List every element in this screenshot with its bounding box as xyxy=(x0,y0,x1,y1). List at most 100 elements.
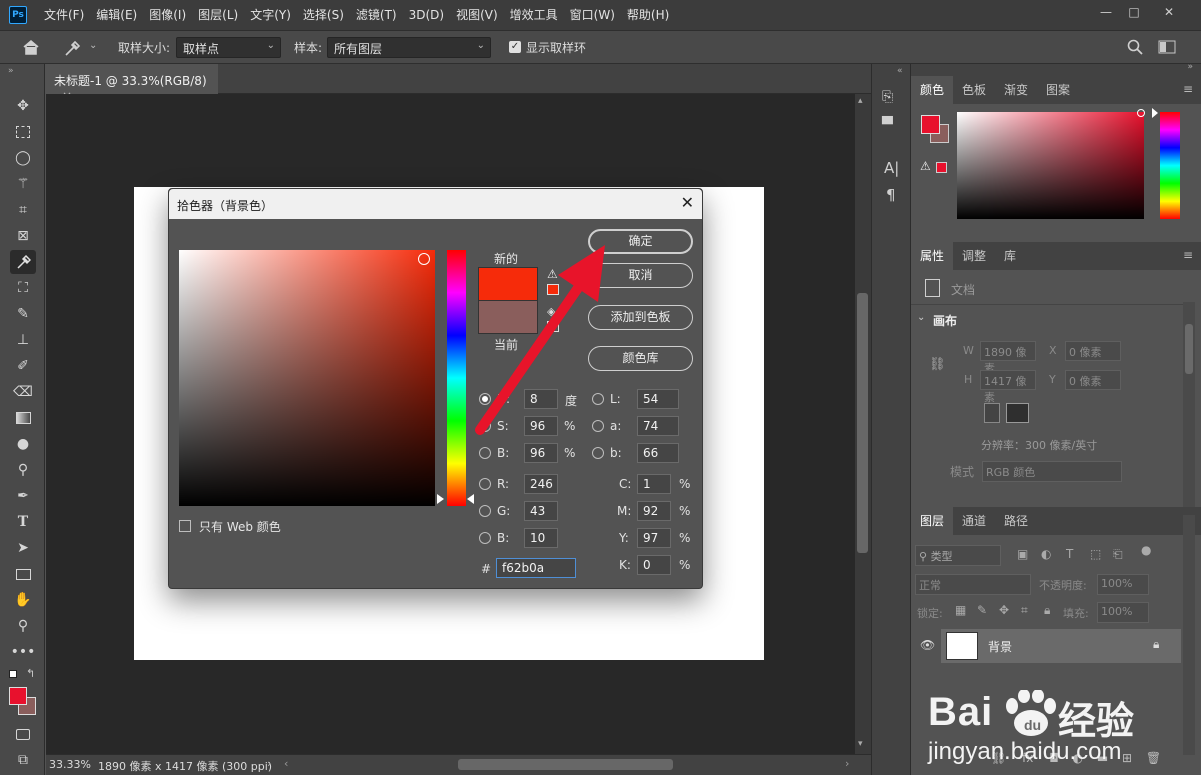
info-chevron-icon[interactable]: › xyxy=(267,757,271,770)
opacity-field[interactable]: 100% xyxy=(1097,574,1149,595)
black-field[interactable]: 0 xyxy=(637,555,671,575)
horizontal-scroll-thumb[interactable] xyxy=(458,759,673,770)
x-field[interactable]: 0 像素 xyxy=(1065,341,1121,361)
y-field[interactable]: 0 像素 xyxy=(1065,370,1121,390)
yellow-field[interactable]: 97 xyxy=(637,528,671,548)
red-field[interactable]: 246 xyxy=(524,474,558,494)
maximize-button[interactable]: □ xyxy=(1117,0,1151,24)
lock-all-icon[interactable]: 🔒︎ xyxy=(1044,603,1050,618)
brightness-field[interactable]: 96 xyxy=(524,443,558,463)
color-panel-fg-swatch[interactable] xyxy=(921,115,940,134)
workspace-icon[interactable] xyxy=(1158,40,1176,54)
character-panel-icon[interactable]: A| xyxy=(884,159,904,179)
menu-edit[interactable]: 编辑(E) xyxy=(90,0,143,30)
tab-patterns[interactable]: 图案 xyxy=(1037,76,1079,104)
cyan-field[interactable]: 1 xyxy=(637,474,671,494)
search-icon[interactable] xyxy=(1127,39,1143,55)
width-field[interactable]: 1890 像素 xyxy=(980,341,1036,375)
magenta-field[interactable]: 92 xyxy=(637,501,671,521)
magic-wand-tool-icon[interactable]: ⚚ xyxy=(10,172,36,196)
panel-menu-icon[interactable]: ≡ xyxy=(1183,248,1193,262)
new-layer-icon[interactable]: ⊞ xyxy=(1122,751,1132,765)
hex-field[interactable]: f62b0a xyxy=(496,558,576,578)
menu-plugins[interactable]: 增效工具 xyxy=(504,0,564,30)
path-selection-tool-icon[interactable]: ➤ xyxy=(10,536,36,560)
properties-scrollbar[interactable] xyxy=(1183,302,1195,507)
scroll-up-icon[interactable]: ▴ xyxy=(858,96,863,106)
smart-object-filter-icon[interactable]: ⎗ xyxy=(1113,547,1123,562)
scroll-down-icon[interactable]: ▾ xyxy=(858,739,863,749)
layer-filter-select[interactable]: ⚲ 类型 xyxy=(915,545,1001,566)
layer-lock-icon[interactable]: 🔒︎ xyxy=(1153,637,1159,652)
quick-mask-icon[interactable] xyxy=(10,722,36,746)
menu-image[interactable]: 图像(I) xyxy=(143,0,192,30)
blur-tool-icon[interactable]: ● xyxy=(10,432,36,456)
paragraph-panel-icon[interactable]: ¶ xyxy=(886,186,906,206)
hue-slider-right-marker[interactable] xyxy=(467,494,474,504)
tab-layers[interactable]: 图层 xyxy=(911,507,954,535)
menu-help[interactable]: 帮助(H) xyxy=(621,0,675,30)
rectangle-tool-icon[interactable] xyxy=(10,562,36,586)
tab-swatches[interactable]: 色板 xyxy=(953,76,995,104)
color-field-marker[interactable] xyxy=(1137,109,1145,117)
collapse-panels-icon[interactable]: » xyxy=(1187,62,1193,72)
pixel-filter-icon[interactable]: ▣ xyxy=(1017,547,1028,561)
hue-slider-left-marker[interactable] xyxy=(437,494,444,504)
gamut-swatch[interactable] xyxy=(936,162,947,173)
a-field[interactable]: 74 xyxy=(637,416,679,436)
marquee-tool-icon[interactable] xyxy=(10,120,36,144)
layer-visibility-eye-icon[interactable]: 👁︎ xyxy=(920,638,935,652)
zoom-tool-icon[interactable]: ⚲ xyxy=(10,614,36,638)
portrait-icon[interactable] xyxy=(984,403,1000,423)
menu-view[interactable]: 视图(V) xyxy=(450,0,504,30)
layer-row-background[interactable]: 背景 🔒︎ xyxy=(941,629,1181,663)
color-field[interactable] xyxy=(957,112,1144,219)
menu-type[interactable]: 文字(Y) xyxy=(244,0,297,30)
menu-3d[interactable]: 3D(D) xyxy=(403,0,450,30)
lock-position-icon[interactable]: ✥ xyxy=(999,603,1009,617)
blue-field[interactable]: 10 xyxy=(524,528,558,548)
hue-slider[interactable] xyxy=(1160,112,1180,219)
history-brush-tool-icon[interactable]: ✐ xyxy=(10,354,36,378)
lasso-tool-icon[interactable]: ◯ xyxy=(10,146,36,170)
foreground-color-swatch[interactable] xyxy=(9,687,27,705)
gradient-tool-icon[interactable] xyxy=(10,406,36,430)
hand-tool-icon[interactable]: ✋ xyxy=(10,588,36,612)
tab-gradients[interactable]: 渐变 xyxy=(995,76,1037,104)
screen-mode-icon[interactable]: ⧉ xyxy=(10,748,36,772)
radio-red[interactable] xyxy=(479,478,491,490)
scroll-left-icon[interactable]: ‹ xyxy=(284,757,288,770)
frame-tool-icon[interactable]: ⊠ xyxy=(10,224,36,248)
shape-filter-icon[interactable]: ⬚ xyxy=(1090,547,1101,561)
tab-paths[interactable]: 路径 xyxy=(995,507,1037,535)
delete-layer-icon[interactable]: 🗑︎ xyxy=(1146,751,1161,765)
dodge-tool-icon[interactable]: ⚲ xyxy=(10,458,36,482)
type-filter-icon[interactable]: T xyxy=(1066,547,1073,561)
radio-green[interactable] xyxy=(479,505,491,517)
b-field[interactable]: 66 xyxy=(637,443,679,463)
layers-scrollbar[interactable] xyxy=(1183,515,1195,755)
zoom-level[interactable]: 33.33% xyxy=(49,758,91,771)
radio-b[interactable] xyxy=(592,447,604,459)
fill-field[interactable]: 100% xyxy=(1097,602,1149,623)
eyedropper-tool-icon[interactable] xyxy=(10,250,36,274)
blend-mode-select[interactable]: 正常 xyxy=(915,574,1031,595)
color-picker-field[interactable] xyxy=(179,250,435,506)
panel-menu-icon[interactable]: ≡ xyxy=(1183,82,1193,96)
document-tab[interactable]: 未标题-1 @ 33.3%(RGB/8) × xyxy=(46,64,218,103)
crop-tool-icon[interactable]: ⌗ xyxy=(10,198,36,222)
dialog-close-icon[interactable]: ✕ xyxy=(681,193,694,212)
menu-filter[interactable]: 滤镜(T) xyxy=(350,0,403,30)
color-picker-marker[interactable] xyxy=(418,253,430,265)
healing-brush-tool-icon[interactable]: ⛶ xyxy=(10,276,36,300)
radio-brightness[interactable] xyxy=(479,447,491,459)
vertical-scroll-thumb[interactable] xyxy=(857,293,868,553)
tab-channels[interactable]: 通道 xyxy=(953,507,995,535)
hue-slider-marker[interactable] xyxy=(1152,108,1158,118)
landscape-icon[interactable] xyxy=(1006,403,1029,423)
link-icon[interactable]: ⛓ xyxy=(929,357,946,372)
height-field[interactable]: 1417 像素 xyxy=(980,370,1036,404)
sample-size-select[interactable]: 取样点 ⌄ xyxy=(176,37,281,58)
properties-scroll-thumb[interactable] xyxy=(1185,324,1193,374)
home-icon[interactable] xyxy=(22,39,40,55)
